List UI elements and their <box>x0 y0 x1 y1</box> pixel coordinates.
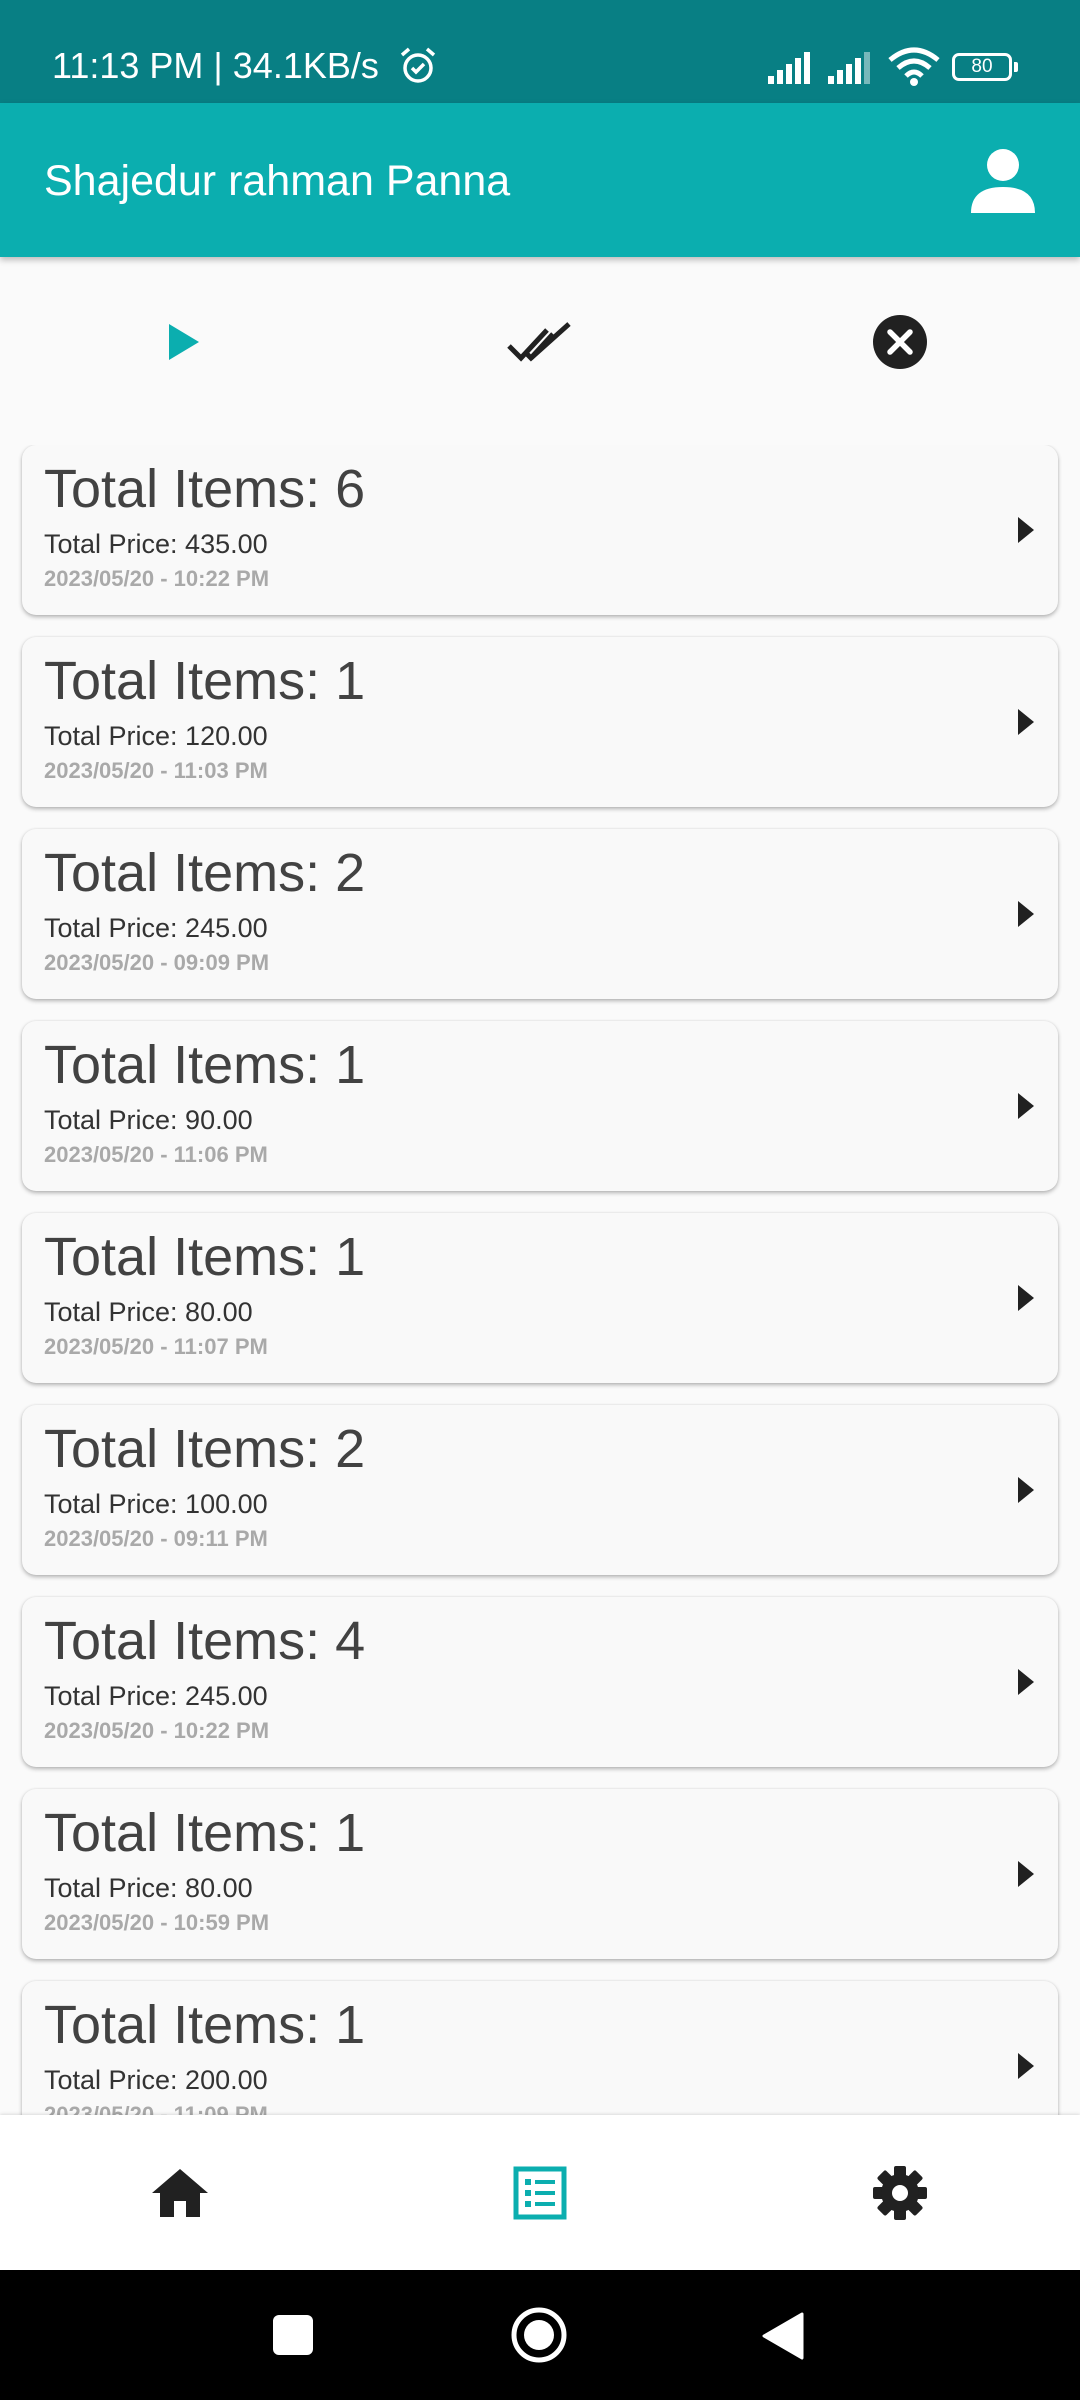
order-total-items: Total Items: 1 <box>44 1995 366 2055</box>
order-total-price: Total Price: 100.00 <box>44 1489 268 1519</box>
order-card[interactable]: Total Items: 1 Total Price: 200.00 2023/05… <box>22 1981 1058 2115</box>
app-bar: Shajedur rahman Panna <box>0 103 1080 257</box>
profile-button[interactable] <box>966 143 1040 217</box>
cancel-circle-icon <box>873 315 927 369</box>
settings-icon <box>873 2166 927 2220</box>
order-date: 2023/05/20 - 11:07 PM <box>44 1334 268 1359</box>
alarm-icon <box>398 46 438 91</box>
order-total-items: Total Items: 1 <box>44 1227 366 1287</box>
tab-cancelled[interactable] <box>855 297 945 387</box>
square-icon <box>273 2315 313 2355</box>
order-date: 2023/05/20 - 11:03 PM <box>44 758 268 783</box>
nav-orders[interactable] <box>508 2161 572 2225</box>
order-total-price: Total Price: 435.00 <box>44 529 268 559</box>
order-card[interactable]: Total Items: 4 Total Price: 245.00 2023/05… <box>22 1597 1058 1767</box>
order-date: 2023/05/20 - 10:22 PM <box>44 1718 270 1743</box>
nav-settings[interactable] <box>868 2161 932 2225</box>
battery-icon: 80 <box>952 53 1018 81</box>
order-date: 2023/05/20 - 09:11 PM <box>44 1526 268 1551</box>
signal-icon <box>768 50 818 89</box>
nav-home[interactable] <box>148 2161 212 2225</box>
bottom-nav <box>0 2115 1080 2270</box>
order-total-price: Total Price: 120.00 <box>44 721 268 751</box>
order-total-price: Total Price: 245.00 <box>44 1681 268 1711</box>
arrow-right-icon <box>1014 1475 1038 1505</box>
order-total-price: Total Price: 80.00 <box>44 1873 253 1903</box>
order-date: 2023/05/20 - 11:09 PM <box>44 2102 268 2115</box>
order-card[interactable]: Total Items: 2 Total Price: 100.00 2023/05… <box>22 1405 1058 1575</box>
arrow-right-icon <box>1014 1091 1038 1121</box>
arrow-right-icon <box>1014 1283 1038 1313</box>
arrow-right-icon <box>1014 1667 1038 1697</box>
status-time: 11:13 PM | 34.1KB/s <box>52 45 379 86</box>
tab-active[interactable] <box>138 297 228 387</box>
list-icon <box>513 2166 567 2220</box>
arrow-right-icon <box>1014 515 1038 545</box>
order-total-items: Total Items: 2 <box>44 1419 366 1479</box>
recents-button[interactable] <box>272 2314 314 2361</box>
order-list[interactable]: Total Items: 6 Total Price: 435.00 2023/05… <box>0 445 1080 2115</box>
order-total-items: Total Items: 1 <box>44 651 366 711</box>
person-icon <box>971 149 1035 213</box>
order-date: 2023/05/20 - 10:22 PM <box>44 566 270 591</box>
order-card[interactable]: Total Items: 2 Total Price: 245.00 2023/05… <box>22 829 1058 999</box>
double-check-icon <box>507 322 571 362</box>
arrow-right-icon <box>1014 2051 1038 2081</box>
order-card[interactable]: Total Items: 1 Total Price: 80.00 2023/05/… <box>22 1213 1058 1383</box>
order-total-price: Total Price: 90.00 <box>44 1105 253 1135</box>
circle-icon <box>511 2307 567 2363</box>
order-date: 2023/05/20 - 09:09 PM <box>44 950 270 975</box>
system-nav <box>0 2270 1080 2400</box>
status-bar: 11:13 PM | 34.1KB/s 80 <box>0 0 1080 103</box>
order-total-items: Total Items: 6 <box>44 459 366 519</box>
order-date: 2023/05/20 - 10:59 PM <box>44 1910 270 1935</box>
order-date: 2023/05/20 - 11:06 PM <box>44 1142 268 1167</box>
tab-completed[interactable] <box>495 297 585 387</box>
order-card[interactable]: Total Items: 1 Total Price: 90.00 2023/05/… <box>22 1021 1058 1191</box>
back-button[interactable] <box>760 2312 806 2365</box>
order-card[interactable]: Total Items: 1 Total Price: 120.00 2023/05… <box>22 637 1058 807</box>
wifi-icon <box>888 46 940 91</box>
order-total-price: Total Price: 80.00 <box>44 1297 253 1327</box>
order-total-items: Total Items: 2 <box>44 843 366 903</box>
back-triangle-icon <box>762 2312 804 2360</box>
order-total-items: Total Items: 1 <box>44 1035 366 1095</box>
arrow-right-icon <box>1014 1859 1038 1889</box>
arrow-right-icon <box>1014 899 1038 929</box>
play-icon <box>169 324 199 360</box>
home-button[interactable] <box>510 2306 568 2369</box>
order-total-price: Total Price: 200.00 <box>44 2065 268 2095</box>
order-total-price: Total Price: 245.00 <box>44 913 268 943</box>
order-card[interactable]: Total Items: 1 Total Price: 80.00 2023/05/… <box>22 1789 1058 1959</box>
order-total-items: Total Items: 1 <box>44 1803 366 1863</box>
home-icon <box>152 2169 208 2217</box>
signal-icon <box>828 50 878 89</box>
arrow-right-icon <box>1014 707 1038 737</box>
status-tabs <box>0 257 1080 407</box>
order-card[interactable]: Total Items: 6 Total Price: 435.00 2023/05… <box>22 445 1058 615</box>
order-total-items: Total Items: 4 <box>44 1611 366 1671</box>
app-title: Shajedur rahman Panna <box>44 157 511 205</box>
